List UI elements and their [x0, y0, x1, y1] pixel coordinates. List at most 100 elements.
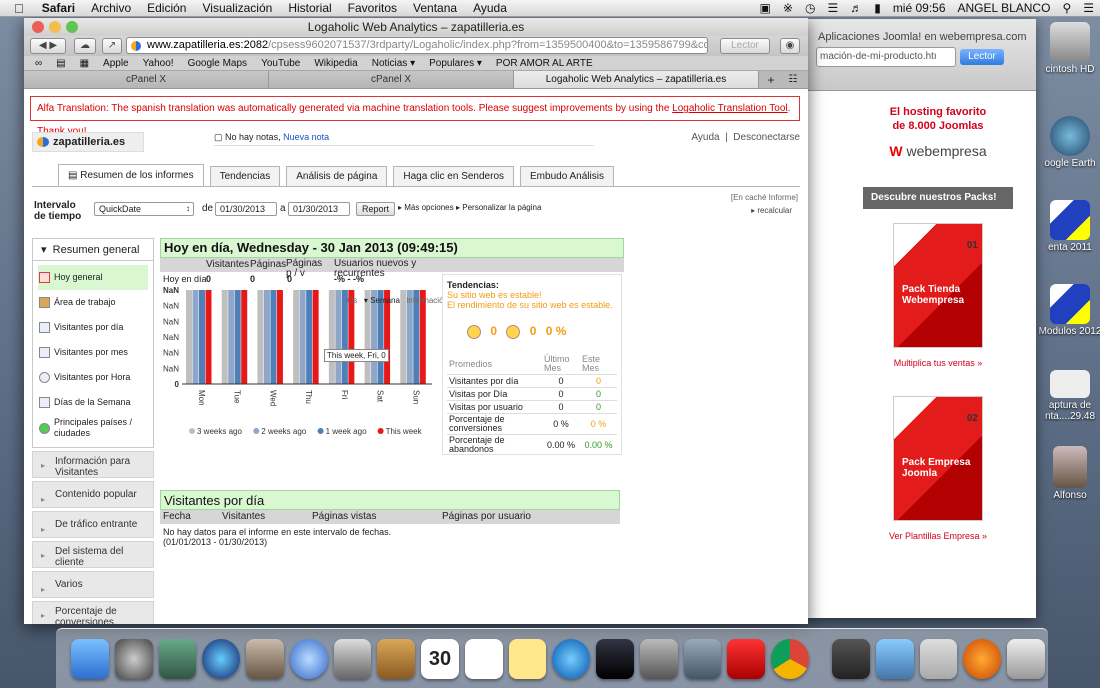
tab-analisis-pagina[interactable]: Análisis de página: [286, 166, 388, 186]
menu-historial[interactable]: Historial: [280, 0, 339, 17]
spotlight-icon[interactable]: ⚲: [1056, 1, 1077, 15]
tab-tendencias[interactable]: Tendencias: [209, 166, 281, 186]
pack-empresa[interactable]: Pack Empresa Joomla 02 Ver Plantillas Emp…: [863, 396, 1013, 541]
tab-embudo[interactable]: Embudo Análisis: [520, 166, 614, 186]
desktop-icon-modulos[interactable]: Modulos 2012: [1034, 284, 1100, 337]
bookmark-noticias[interactable]: Noticias ▾: [372, 58, 415, 69]
quickdate-select[interactable]: QuickDate ↕: [94, 202, 194, 216]
pack-tienda-link[interactable]: Multiplica tus ventas »: [863, 358, 1013, 368]
reading-list-icon[interactable]: ∞: [35, 58, 42, 69]
new-note-link[interactable]: Nueva nota: [283, 132, 329, 142]
recalc-link[interactable]: ▸ recalcular: [751, 206, 792, 215]
back-url-field[interactable]: mación-de-mi-producto.htı: [816, 47, 956, 67]
bookmark-poramor[interactable]: POR AMOR AL ARTE: [496, 58, 593, 69]
clock[interactable]: mié 09:56: [887, 1, 952, 15]
sidebar-section-visitantes[interactable]: Información para Visitantes: [32, 451, 154, 478]
bookmark-wikipedia[interactable]: Wikipedia: [314, 58, 357, 69]
applications-folder-icon[interactable]: [875, 638, 914, 679]
bluetooth-icon[interactable]: ※: [777, 1, 799, 15]
chart-control-semana[interactable]: ▾ Semana: [364, 296, 400, 305]
window-titlebar[interactable]: Logaholic Web Analytics – zapatilleria.e…: [24, 18, 808, 36]
sidebar-item-visitantes-hora[interactable]: Visitantes por Hora: [38, 365, 148, 390]
bookmark-yahoo[interactable]: Yahoo!: [143, 58, 174, 69]
chrome-icon[interactable]: [771, 638, 810, 679]
bookmarks-book-icon[interactable]: ▤: [56, 58, 65, 69]
sidebar-item-visitantes-mes[interactable]: Visitantes por mes: [38, 340, 148, 365]
bookmark-googlemaps[interactable]: Google Maps: [188, 58, 247, 69]
preview-icon[interactable]: [683, 638, 722, 679]
facetime-icon[interactable]: [333, 638, 372, 679]
chart-control-os[interactable]: Os: [347, 296, 357, 305]
tab-logaholic[interactable]: Logaholic Web Analytics – zapatilleria.e…: [514, 71, 759, 88]
desktop-icon-hd[interactable]: cintosh HD: [1034, 22, 1100, 75]
top-sites-icon[interactable]: ▦: [80, 58, 89, 69]
wifi-icon[interactable]: ☰: [821, 1, 844, 15]
sidebar-item-area[interactable]: Área de trabajo: [38, 290, 148, 315]
app-store-icon[interactable]: [202, 638, 241, 679]
desktop-icon-enta[interactable]: enta 2011: [1034, 200, 1100, 253]
menu-ventana[interactable]: Ventana: [405, 0, 465, 17]
folder-icon[interactable]: [832, 638, 870, 679]
background-browser-window[interactable]: Aplicaciones Joomla! en webempresa.com m…: [806, 19, 1036, 618]
trash-icon[interactable]: [1007, 638, 1045, 679]
contacts-icon[interactable]: [377, 638, 416, 679]
report-button[interactable]: Report: [356, 202, 396, 216]
tab-cpanel-1[interactable]: cPanel X: [24, 71, 269, 88]
sidebar-item-visitantes-dia[interactable]: Visitantes por día: [38, 315, 148, 340]
to-date-input[interactable]: 01/30/2013: [288, 202, 350, 216]
screen-icon[interactable]: ▣: [754, 1, 777, 15]
sidebar-section-trafico[interactable]: De tráfico entrante: [32, 511, 154, 539]
system-preferences-icon[interactable]: [639, 638, 678, 679]
tab-overview-icon[interactable]: ☷: [783, 71, 803, 88]
desktop-icon-captura[interactable]: aptura de nta....29.48: [1034, 370, 1100, 422]
firefox-icon[interactable]: [963, 638, 1002, 679]
itunes-icon[interactable]: [552, 638, 591, 679]
menu-app[interactable]: Safari: [34, 0, 83, 17]
menu-edicion[interactable]: Edición: [139, 0, 194, 17]
menu-favoritos[interactable]: Favoritos: [340, 0, 405, 17]
photo-booth-icon[interactable]: [158, 638, 197, 679]
menu-ayuda[interactable]: Ayuda: [465, 0, 515, 17]
bookmark-apple[interactable]: Apple: [103, 58, 129, 69]
more-options-link[interactable]: ▸ Más opciones: [398, 203, 454, 212]
browser-window[interactable]: Logaholic Web Analytics – zapatilleria.e…: [24, 18, 808, 624]
bookmark-populares[interactable]: Populares ▾: [429, 58, 482, 69]
address-bar[interactable]: www.zapatilleria.es:2082/cpsess960207153…: [126, 37, 708, 54]
icloud-icon[interactable]: ☁: [74, 38, 96, 54]
sidebar-item-paises[interactable]: Principales países / ciudades: [38, 415, 148, 443]
notifications-icon[interactable]: ☰: [1077, 1, 1100, 15]
new-tab-icon[interactable]: +: [759, 71, 783, 88]
acrobat-icon[interactable]: [727, 638, 766, 679]
customize-page-link[interactable]: ▸ Personalizar la página: [456, 203, 541, 212]
minimize-button[interactable]: [49, 21, 61, 33]
from-date-input[interactable]: 01/30/2013: [215, 202, 277, 216]
translation-tool-link[interactable]: Logaholic Translation Tool: [672, 103, 787, 114]
sidebar-section-varios[interactable]: Varios: [32, 571, 154, 599]
help-link[interactable]: Ayuda: [691, 132, 719, 143]
finder-icon[interactable]: [71, 638, 109, 679]
back-reader-button[interactable]: Lector: [960, 49, 1004, 65]
notes-icon[interactable]: [508, 638, 547, 679]
menu-visualizacion[interactable]: Visualización: [194, 0, 280, 17]
sidebar-section-conversiones[interactable]: Porcentaje de conversiones: [32, 601, 154, 624]
safari-icon[interactable]: [289, 638, 328, 679]
back-forward-button[interactable]: ◀ ▶: [30, 38, 66, 54]
battery-icon[interactable]: ▮: [868, 1, 887, 15]
tab-senderos[interactable]: Haga clic en Senderos: [393, 166, 515, 186]
reader-button[interactable]: Lector: [720, 38, 770, 54]
stop-icon[interactable]: ◉: [780, 38, 800, 54]
share-icon[interactable]: ↗: [102, 38, 122, 54]
downloads-icon[interactable]: [919, 638, 958, 679]
pack-tienda[interactable]: Pack Tienda Webempresa 01 Multiplica tus …: [863, 223, 1013, 368]
tab-cpanel-2[interactable]: cPanel X: [269, 71, 514, 88]
close-button[interactable]: [32, 21, 44, 33]
launchpad-icon[interactable]: [114, 638, 153, 679]
sidebar-section-contenido[interactable]: Contenido popular: [32, 481, 154, 509]
volume-icon[interactable]: ♬: [844, 1, 868, 15]
tab-resumen[interactable]: ▤ Resumen de los informes: [58, 164, 204, 186]
sidebar-item-dias-semana[interactable]: Días de la Semana: [38, 390, 148, 415]
imovie-icon[interactable]: [596, 638, 634, 679]
pack-empresa-link[interactable]: Ver Plantillas Empresa »: [863, 531, 1013, 541]
reminders-icon[interactable]: [464, 638, 503, 679]
menu-archivo[interactable]: Archivo: [83, 0, 139, 17]
